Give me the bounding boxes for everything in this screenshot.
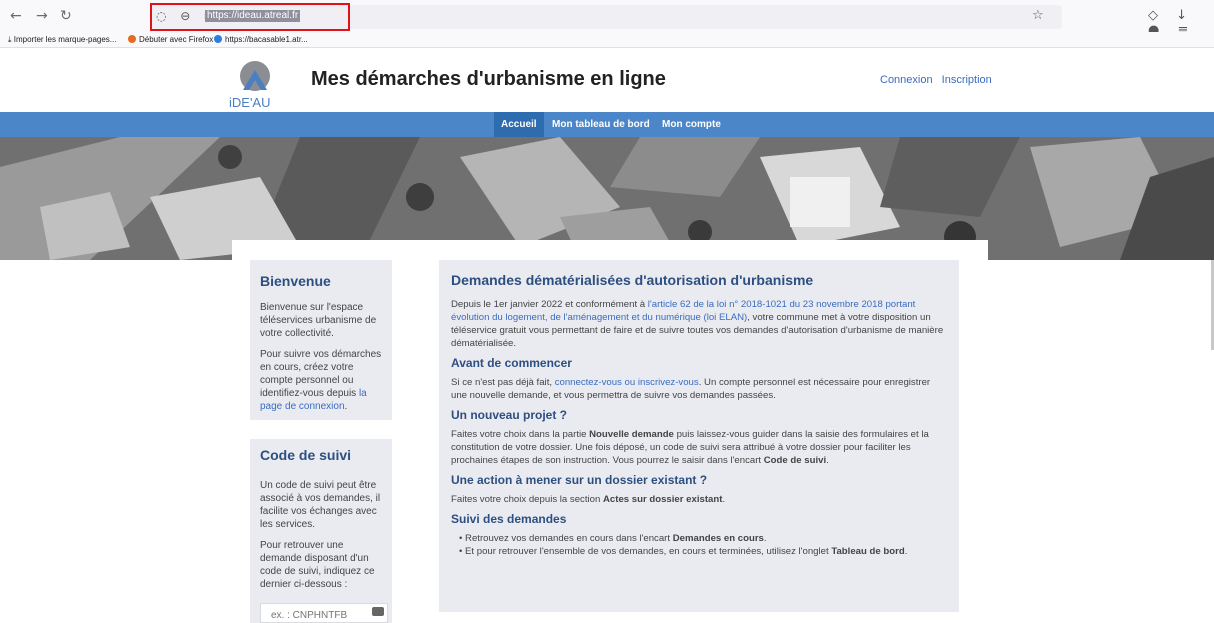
tracking-code-card: Code de suivi Un code de suivi peut être…	[250, 439, 392, 623]
main-nav: Accueil Mon tableau de bord Mon compte	[0, 112, 1214, 137]
auth-links: Connexion Inscription	[880, 74, 998, 86]
tab-accueil[interactable]: Accueil	[494, 112, 544, 137]
bookmark-star-icon[interactable]: ☆	[1032, 8, 1044, 23]
section-before-start-title: Avant de commencer	[451, 356, 572, 370]
page-title: Mes démarches d'urbanisme en ligne	[311, 68, 666, 90]
bookmark-firefox[interactable]: Débuter avec Firefox	[128, 35, 213, 44]
welcome-card: Bienvenue Bienvenue sur l'espace téléser…	[250, 260, 392, 420]
welcome-title: Bienvenue	[260, 273, 331, 289]
main-info-card: Demandes dématérialisées d'autorisation …	[439, 260, 959, 612]
bookmark-import[interactable]: ⤓ Importer les marque-pages...	[8, 35, 116, 45]
section-tracking-title: Suivi des demandes	[451, 512, 567, 526]
section-existing-file-title: Une action à mener sur un dossier exista…	[451, 473, 708, 487]
welcome-text: Bienvenue sur l'espace téléservices urba…	[260, 302, 377, 339]
tab-mon-compte[interactable]: Mon compte	[655, 112, 728, 137]
submit-code-icon[interactable]	[372, 607, 384, 616]
list-item: Retrouvez vos demandes en cours dans l'e…	[459, 532, 947, 545]
welcome-login-text: Pour suivre vos démarches en cours, crée…	[260, 349, 382, 412]
bookmarks-bar: ⤓ Importer les marque-pages... Débuter a…	[0, 32, 1214, 48]
tracking-code-input[interactable]	[260, 603, 388, 623]
tracking-list: Retrouvez vos demandes en cours dans l'e…	[451, 532, 947, 558]
section-existing-file-text: Faites votre choix depuis la section Act…	[451, 494, 726, 505]
login-link[interactable]: Connexion	[880, 74, 933, 86]
back-icon[interactable]: ←	[10, 8, 22, 24]
logo-text: iDE'AU	[229, 95, 271, 110]
section-new-project-title: Un nouveau projet ?	[451, 408, 568, 422]
section-new-project-text: Faites votre choix dans la partie Nouvel…	[451, 429, 929, 466]
connect-register-link[interactable]: connectez-vous ou inscrivez-vous	[555, 377, 699, 388]
tracking-instruction: Pour retrouver une demande disposant d'u…	[260, 540, 375, 590]
main-intro: Depuis le 1er janvier 2022 et conforméme…	[451, 299, 944, 349]
forward-icon[interactable]: →	[36, 8, 48, 24]
url-highlight-box	[150, 3, 350, 31]
tracking-text: Un code de suivi peut être associé à vos…	[260, 480, 381, 530]
tab-tableau-de-bord[interactable]: Mon tableau de bord	[545, 112, 657, 137]
firefox-icon	[128, 35, 136, 43]
reload-icon[interactable]: ↻	[60, 8, 72, 24]
bookmark-bacasable[interactable]: https://bacasable1.atr...	[214, 35, 308, 44]
tracking-title: Code de suivi	[260, 447, 352, 463]
main-title: Demandes dématérialisées d'autorisation …	[451, 272, 814, 288]
section-before-start-text: Si ce n'est pas déjà fait, connectez-vou…	[451, 377, 931, 401]
site-favicon-icon	[214, 35, 222, 43]
register-link[interactable]: Inscription	[942, 74, 992, 86]
browser-toolbar: ← → ↻ ◌ ⊖ ⇄ https://ideau.atreal.fr ☆ ◇ …	[0, 0, 1214, 38]
list-item: Et pour retrouver l'ensemble de vos dema…	[459, 545, 947, 558]
